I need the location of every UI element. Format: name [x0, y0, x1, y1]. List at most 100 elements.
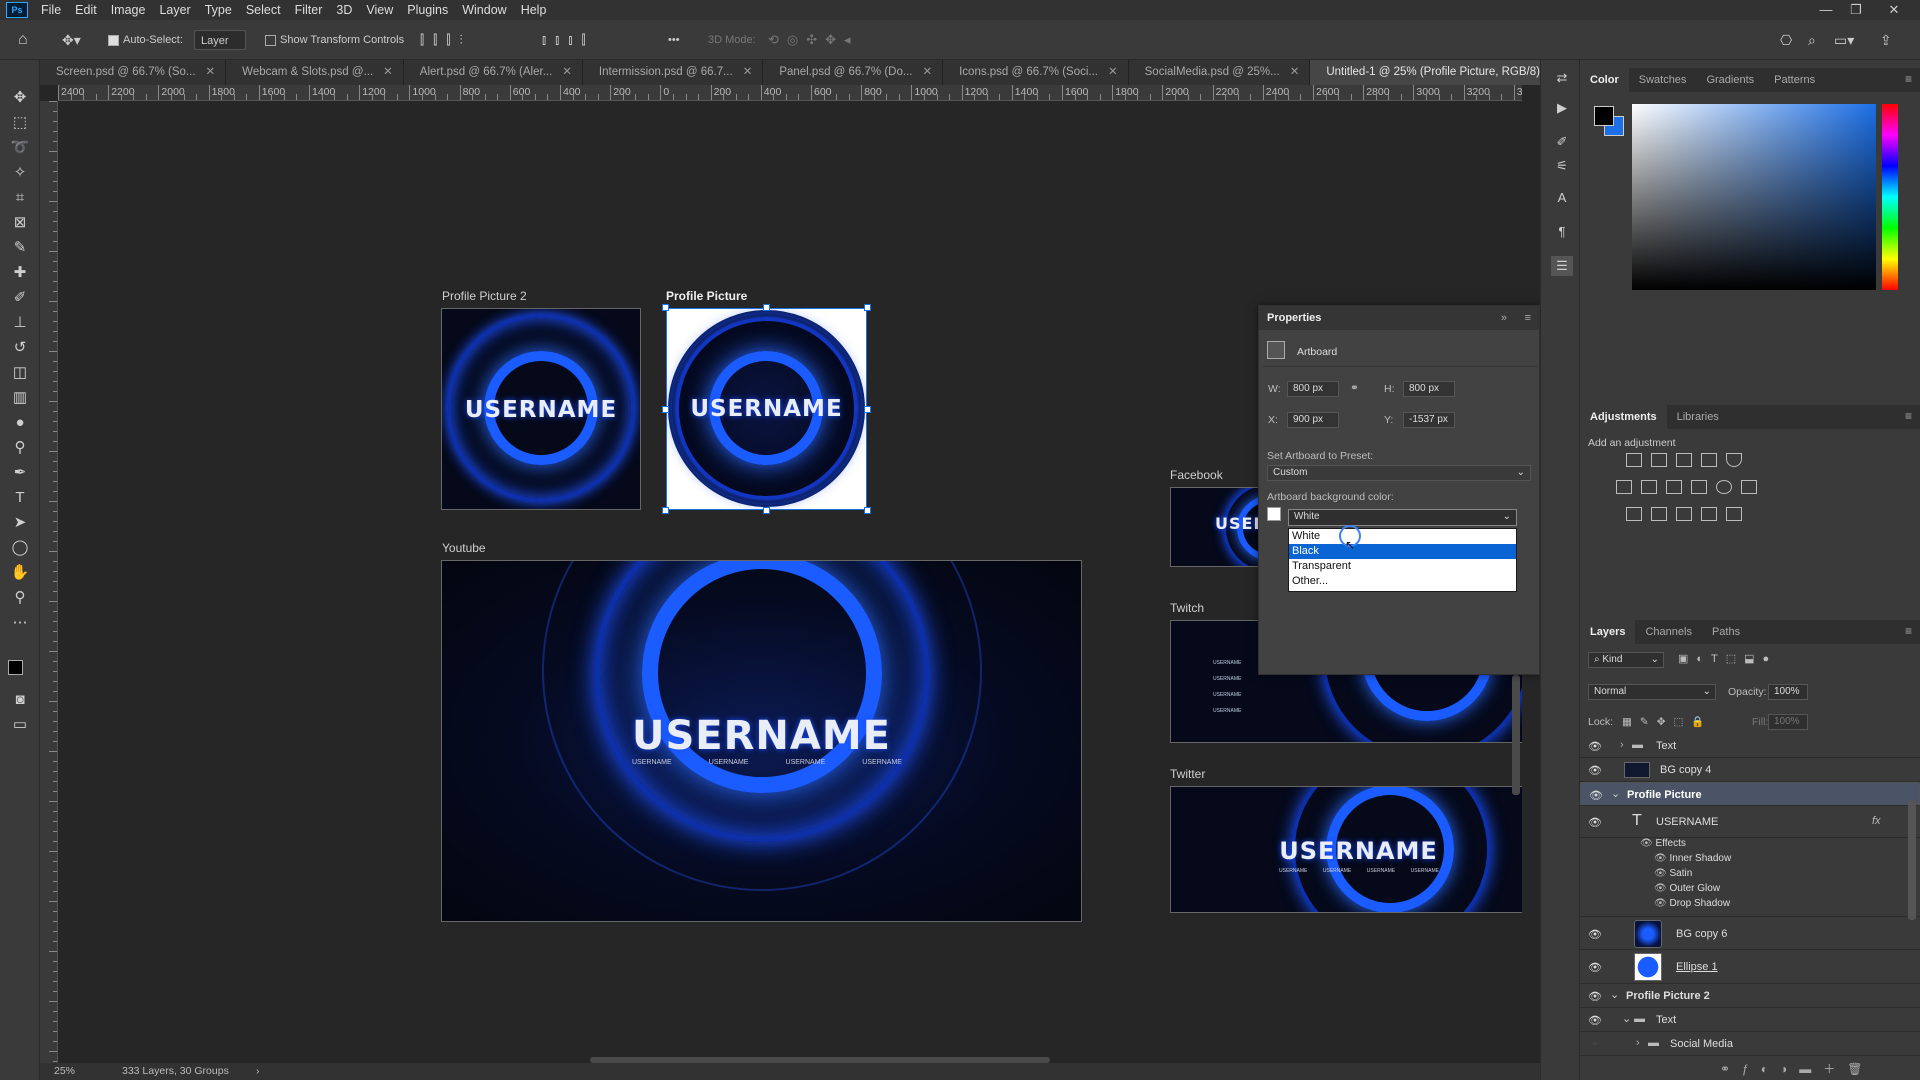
x-field[interactable]: 900 px	[1287, 412, 1339, 428]
tab-gradients[interactable]: Gradients	[1696, 68, 1764, 92]
eye-icon[interactable]: 👁	[1586, 928, 1604, 941]
artboard-twitter[interactable]: USERNAME USERNAME USERNAME USERNAME USER…	[1170, 786, 1522, 913]
tab-screen[interactable]: Screen.psd @ 66.7% (So... ✕	[40, 60, 227, 85]
effect-row[interactable]: 👁 Satin	[1640, 868, 1731, 883]
transform-handle[interactable]	[864, 507, 871, 514]
move-tool-icon[interactable]: ✥▾	[62, 30, 81, 50]
tab-untitled-1[interactable]: Untitled-1 @ 25% (Profile Picture, RGB/8…	[1310, 60, 1579, 85]
transform-handle[interactable]	[662, 507, 669, 514]
panel-menu-icon[interactable]: ≡	[1905, 624, 1912, 638]
workspace-icon[interactable]: ▭▾	[1834, 30, 1854, 50]
eye-icon[interactable]: 👁	[1586, 816, 1604, 829]
color-balance-icon[interactable]	[1641, 480, 1657, 494]
show-transform-checkbox[interactable]: Show Transform Controls	[265, 30, 404, 50]
artboard-profile-picture[interactable]: USERNAME	[666, 308, 867, 510]
menu-layer[interactable]: Layer	[152, 3, 197, 17]
path-select-icon[interactable]: ➤	[9, 513, 31, 533]
minimize-icon[interactable]: —	[1812, 0, 1840, 20]
menu-window[interactable]: Window	[455, 3, 513, 17]
distribute-icons[interactable]: ⫾⫾⫾⫿	[542, 30, 595, 50]
menu-file[interactable]: File	[34, 3, 68, 17]
foreground-color-swatch[interactable]	[8, 660, 23, 675]
background-color-select[interactable]: White ⌄	[1288, 509, 1517, 526]
layer-row[interactable]: 👁 Ellipse 1	[1580, 950, 1920, 984]
chevron-right-icon[interactable]: ›	[1636, 1037, 1640, 1049]
panel-menu-icon[interactable]: ≡	[1905, 72, 1912, 86]
layer-row[interactable]: 👁 BG copy 4	[1580, 758, 1920, 782]
quick-mask-icon[interactable]: ◙	[9, 690, 31, 710]
dodge-tool-icon[interactable]: ⚲	[9, 438, 31, 458]
transform-handle[interactable]	[864, 406, 871, 413]
channel-mixer-icon[interactable]	[1716, 480, 1732, 494]
effects-row[interactable]: 👁 Effects	[1640, 838, 1731, 853]
tab-adjustments[interactable]: Adjustments	[1580, 405, 1667, 429]
preset-select[interactable]: Custom ⌄	[1267, 465, 1531, 481]
layer-row[interactable]: 👁 ⌄ Profile Picture 2	[1580, 984, 1920, 1008]
black-white-icon[interactable]	[1666, 480, 1682, 494]
menu-3d[interactable]: 3D	[329, 3, 359, 17]
menu-type[interactable]: Type	[198, 3, 239, 17]
tab-paths[interactable]: Paths	[1702, 620, 1750, 644]
layers-scrollbar[interactable]	[1908, 800, 1916, 920]
tab-icons[interactable]: Icons.psd @ 66.7% (Soci... ✕	[943, 60, 1129, 85]
vertical-scrollbar[interactable]	[1512, 675, 1520, 795]
lasso-tool-icon[interactable]: ➰	[9, 138, 31, 158]
color-field[interactable]	[1632, 104, 1876, 290]
artboard-label-youtube[interactable]: Youtube	[442, 541, 486, 555]
link-icon[interactable]: ⚭	[1350, 382, 1359, 394]
artboard-label-twitch[interactable]: Twitch	[1170, 601, 1204, 615]
move-tool-icon[interactable]: ✥	[9, 88, 31, 108]
brush-settings-icon[interactable]: ✐	[1551, 132, 1573, 152]
align-icons[interactable]: ⫿⫿⫿⫶	[420, 30, 472, 50]
layer-select[interactable]: Layer	[194, 30, 246, 50]
export-icon[interactable]: ⇪	[1880, 30, 1892, 50]
tab-webcam[interactable]: Webcam & Slots.psd @... ✕	[226, 60, 404, 85]
tab-alert[interactable]: Alert.psd @ 66.7% (Aler... ✕	[403, 60, 583, 85]
close-icon[interactable]: ✕	[1880, 0, 1908, 20]
dropdown-option-white[interactable]: White	[1289, 529, 1516, 544]
hue-saturation-icon[interactable]	[1616, 480, 1632, 494]
eye-icon[interactable]: 👁	[1586, 1014, 1604, 1027]
tab-socialmedia[interactable]: SocialMedia.psd @ 25%... ✕	[1128, 60, 1311, 85]
zoom-level[interactable]: 25%	[54, 1065, 75, 1077]
blur-tool-icon[interactable]: ●	[9, 413, 31, 433]
transform-handle[interactable]	[662, 304, 669, 311]
artboard-label-profile-picture[interactable]: Profile Picture	[666, 289, 747, 303]
tab-layers[interactable]: Layers	[1580, 620, 1636, 644]
tab-libraries[interactable]: Libraries	[1667, 405, 1729, 429]
effect-row[interactable]: 👁 Drop Shadow	[1640, 898, 1731, 913]
layer-row[interactable]: 👁 T USERNAME fx	[1580, 806, 1920, 838]
eye-icon[interactable]: 👁	[1586, 740, 1604, 753]
chevron-down-icon[interactable]: ⌄	[1611, 787, 1620, 800]
share-icon[interactable]: ⎔	[1780, 30, 1792, 50]
y-field[interactable]: -1537 px	[1403, 412, 1455, 428]
chevron-down-icon[interactable]: ⌄	[1622, 1012, 1631, 1025]
menu-image[interactable]: Image	[104, 3, 153, 17]
history-brush-icon[interactable]: ↺	[9, 338, 31, 358]
home-icon[interactable]: ⌂	[18, 30, 28, 50]
photo-filter-icon[interactable]	[1691, 480, 1707, 494]
eye-icon[interactable]: 👁	[1586, 764, 1604, 777]
magic-wand-icon[interactable]: ✧	[9, 163, 31, 183]
search-icon[interactable]: ⌕	[1808, 30, 1816, 50]
layers-footer-icons[interactable]: ⚭ƒ◐◑▬＋🗑	[1720, 1060, 1874, 1077]
eye-icon[interactable]: 👁	[1586, 990, 1604, 1003]
artboard-label-twitter[interactable]: Twitter	[1170, 767, 1205, 781]
artboard-youtube[interactable]: USERNAME USERNAME USERNAME USERNAME USER…	[441, 560, 1082, 922]
chevron-down-icon[interactable]: ⌄	[1610, 988, 1619, 1001]
dropdown-option-transparent[interactable]: Transparent	[1289, 559, 1516, 574]
effect-row[interactable]: 👁 Outer Glow	[1640, 883, 1731, 898]
invert-icon[interactable]	[1626, 507, 1642, 521]
ellipse-tool-icon[interactable]: ◯	[9, 538, 31, 558]
pen-tool-icon[interactable]: ✒	[9, 463, 31, 483]
brightness-icon[interactable]	[1626, 453, 1642, 467]
layer-row[interactable]: ▫ › ▬ Social Media	[1580, 1032, 1920, 1056]
chevron-right-icon[interactable]: ›	[256, 1065, 260, 1077]
frame-tool-icon[interactable]: ⊠	[9, 213, 31, 233]
selective-color-icon[interactable]	[1701, 507, 1717, 521]
exposure-icon[interactable]	[1701, 453, 1717, 467]
hand-tool-icon[interactable]: ✋	[9, 563, 31, 583]
artboard-profile-picture-2[interactable]: USERNAME	[441, 308, 641, 510]
gradient-map-icon[interactable]	[1726, 507, 1742, 521]
effect-row[interactable]: 👁 Inner Shadow	[1640, 853, 1731, 868]
